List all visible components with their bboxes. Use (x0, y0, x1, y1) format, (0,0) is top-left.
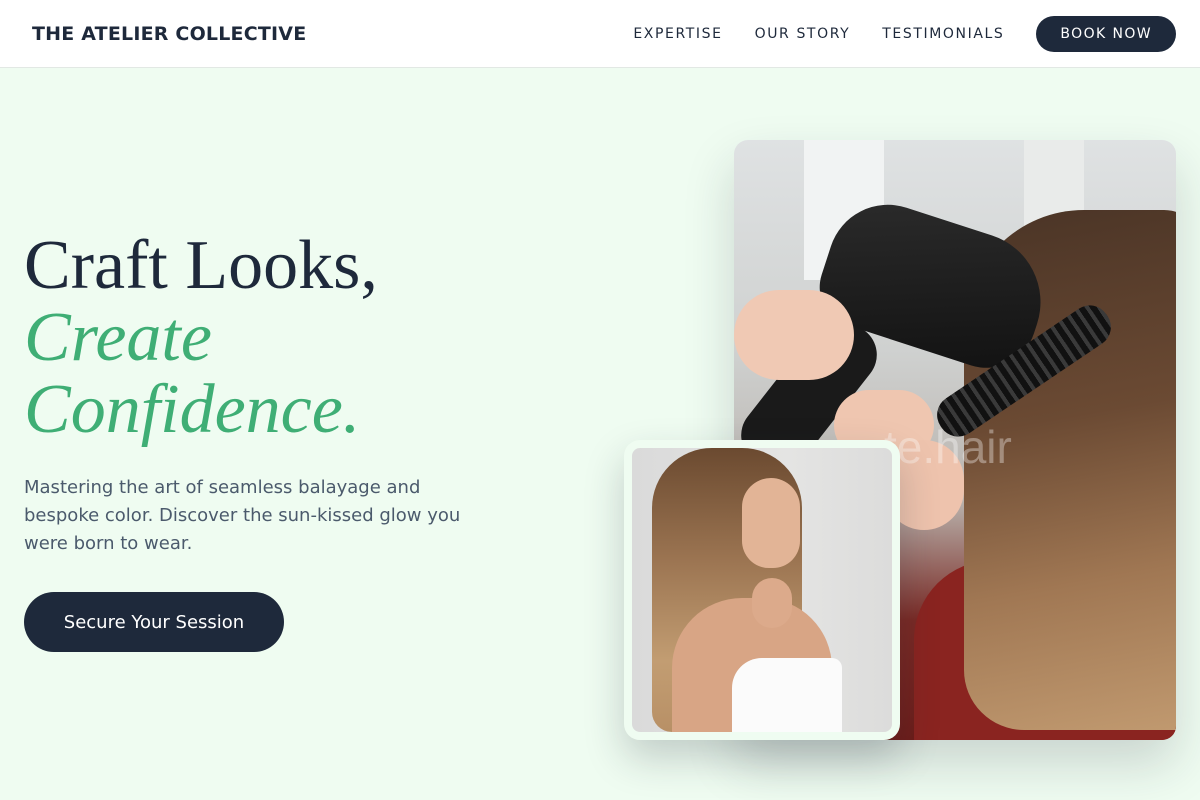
main-nav: EXPERTISE OUR STORY TESTIMONIALS BOOK NO… (633, 15, 1176, 52)
hero-headline: Craft Looks, Create Confidence. (24, 230, 494, 446)
stylist-hand (734, 290, 854, 380)
book-now-button[interactable]: BOOK NOW (1036, 15, 1176, 52)
headline-line-3: Confidence. (24, 371, 361, 448)
top-navigation-bar: THE ATELIER COLLECTIVE EXPERTISE OUR STO… (0, 0, 1200, 68)
model-face (742, 478, 800, 568)
balayage-portrait-photo (632, 448, 892, 732)
nav-link-testimonials[interactable]: TESTIMONIALS (882, 26, 1004, 42)
hero-intro-text: Mastering the art of seamless balayage a… (24, 477, 461, 554)
hero-copy: Craft Looks, Create Confidence. Masterin… (24, 230, 494, 652)
photo-watermark: te.hair (884, 421, 1012, 473)
headline-line-2: Create (24, 299, 212, 376)
headline-line-1: Craft Looks, (24, 227, 378, 304)
model-hand (752, 578, 792, 628)
nav-link-our-story[interactable]: OUR STORY (755, 26, 851, 42)
brand-logo[interactable]: THE ATELIER COLLECTIVE (32, 23, 306, 45)
model-towel (732, 658, 842, 732)
secure-session-button[interactable]: Secure Your Session (24, 592, 284, 652)
balayage-portrait-frame (624, 440, 900, 740)
nav-link-expertise[interactable]: EXPERTISE (633, 26, 722, 42)
